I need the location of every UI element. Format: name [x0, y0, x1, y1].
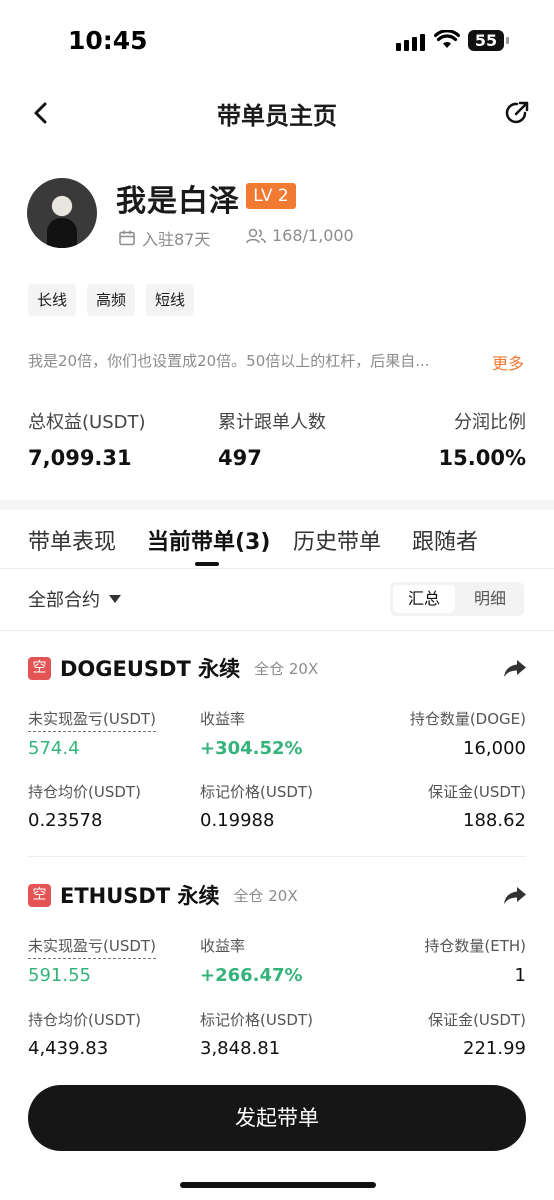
- follower-count-text: 168/1,000: [272, 226, 354, 245]
- trader-name: 我是白泽: [116, 184, 240, 219]
- tag-short-term: 短线: [146, 284, 195, 316]
- forward-share-icon[interactable]: [502, 655, 528, 681]
- margin-label: 保证金(USDT): [428, 1011, 526, 1029]
- caret-down-icon: [109, 595, 121, 603]
- position-size-value: 16,000: [463, 738, 526, 759]
- tag-high-frequency: 高频: [87, 284, 136, 316]
- position-header: 空 DOGEUSDT 永续 全仓 20X: [28, 653, 318, 683]
- total-followers-label: 累计跟单人数: [218, 412, 326, 433]
- view-toggle: 汇总 明细: [390, 582, 524, 616]
- home-indicator: [180, 1182, 376, 1188]
- start-copy-trade-button[interactable]: 发起带单: [28, 1085, 526, 1151]
- toggle-summary[interactable]: 汇总: [393, 585, 455, 613]
- position-margin-mode: 全仓 20X: [233, 886, 298, 905]
- total-equity-value: 7,099.31: [28, 446, 132, 470]
- mark-price-label: 标记价格(USDT): [200, 1011, 313, 1029]
- tabs-divider: [0, 568, 554, 569]
- nav-bar: 带单员主页: [0, 86, 554, 142]
- cellular-signal-icon: [396, 34, 425, 51]
- profit-share-label: 分润比例: [454, 412, 526, 433]
- position-divider: [28, 856, 526, 857]
- profit-share-value: 15.00%: [438, 446, 526, 470]
- toggle-detail[interactable]: 明细: [459, 585, 521, 613]
- filter-divider: [0, 630, 554, 631]
- short-badge: 空: [28, 883, 51, 907]
- total-followers-value: 497: [218, 446, 262, 470]
- tab-history-orders[interactable]: 历史带单: [293, 524, 381, 556]
- tab-current-orders[interactable]: 当前带单(3): [147, 524, 270, 556]
- unrealized-pnl-label[interactable]: 未实现盈亏(USDT): [28, 935, 156, 959]
- bio-text: 我是20倍，你们也设置成20倍。50倍以上的杠杆，后果自...: [28, 352, 430, 370]
- page-title: 带单员主页: [217, 102, 337, 130]
- share-icon[interactable]: [502, 98, 532, 128]
- tab-performance[interactable]: 带单表现: [28, 524, 116, 556]
- tag-long-term: 长线: [28, 284, 77, 316]
- contract-filter-label: 全部合约: [28, 590, 100, 611]
- join-days: 入驻87天: [118, 226, 210, 250]
- position-size-label: 持仓数量(DOGE): [409, 710, 526, 728]
- margin-label: 保证金(USDT): [428, 783, 526, 801]
- status-bar: 10:45 55: [0, 0, 554, 80]
- forward-share-icon[interactable]: [502, 882, 528, 908]
- entry-price-label: 持仓均价(USDT): [28, 1011, 141, 1029]
- roe-value: +304.52%: [200, 738, 303, 759]
- entry-price-label: 持仓均价(USDT): [28, 783, 141, 801]
- status-time: 10:45: [68, 26, 148, 55]
- more-link[interactable]: 更多: [492, 350, 524, 374]
- section-divider: [0, 500, 554, 510]
- mark-price-value: 3,848.81: [200, 1038, 281, 1059]
- margin-value: 188.62: [463, 810, 526, 831]
- roe-label: 收益率: [200, 937, 246, 955]
- level-badge: LV 2: [246, 183, 296, 209]
- entry-price-value: 0.23578: [28, 810, 103, 831]
- position-margin-mode: 全仓 20X: [254, 659, 319, 678]
- margin-value: 221.99: [463, 1038, 526, 1059]
- position-symbol: DOGEUSDT 永续: [60, 657, 241, 681]
- position-header: 空 ETHUSDT 永续 全仓 20X: [28, 880, 298, 910]
- contract-filter-dropdown[interactable]: 全部合约: [28, 586, 122, 612]
- join-days-text: 入驻87天: [142, 230, 211, 249]
- position-size-label: 持仓数量(ETH): [424, 937, 526, 955]
- tab-followers[interactable]: 跟随者: [412, 524, 478, 556]
- follower-count: 168/1,000: [246, 226, 354, 245]
- total-equity-label: 总权益(USDT): [28, 412, 146, 433]
- avatar: [27, 178, 97, 248]
- entry-price-value: 4,439.83: [28, 1038, 109, 1059]
- short-badge: 空: [28, 656, 51, 680]
- wifi-icon: [434, 30, 460, 48]
- users-icon: [246, 228, 266, 243]
- mark-price-value: 0.19988: [200, 810, 275, 831]
- active-tab-indicator: [195, 562, 219, 566]
- position-size-value: 1: [514, 965, 526, 986]
- calendar-icon: [119, 230, 135, 246]
- roe-label: 收益率: [200, 710, 246, 728]
- unrealized-pnl-label[interactable]: 未实现盈亏(USDT): [28, 708, 156, 732]
- battery-icon: 55: [468, 30, 509, 51]
- roe-value: +266.47%: [200, 965, 303, 986]
- unrealized-pnl-value: 591.55: [28, 965, 91, 986]
- position-symbol: ETHUSDT 永续: [60, 884, 220, 908]
- mark-price-label: 标记价格(USDT): [200, 783, 313, 801]
- unrealized-pnl-value: 574.4: [28, 738, 80, 759]
